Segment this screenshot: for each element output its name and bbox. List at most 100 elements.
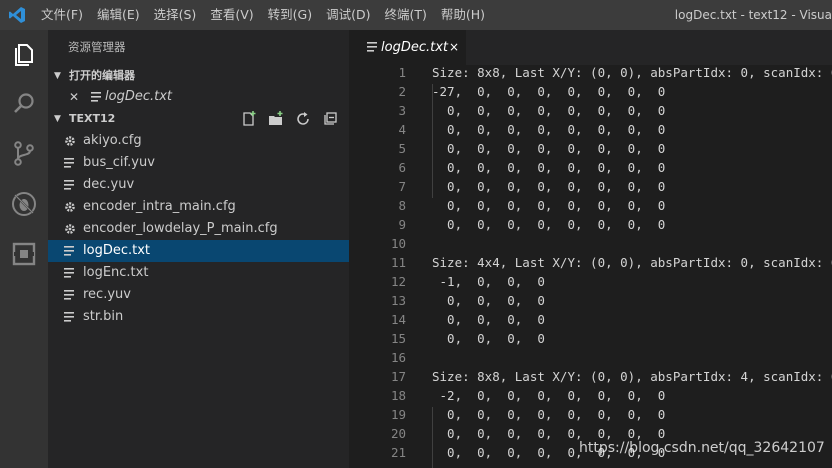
file-item[interactable]: akiyo.cfg xyxy=(48,130,349,152)
code-line: 10 xyxy=(349,234,832,253)
line-text: 0, 0, 0, 0, 0, 0, 0, 0 xyxy=(432,198,666,213)
line-text: 0, 0, 0, 0 xyxy=(432,293,545,308)
line-number: 4 xyxy=(398,122,406,137)
line-number: 21 xyxy=(390,445,406,460)
file-item[interactable]: encoder_intra_main.cfg xyxy=(48,196,349,218)
title-bar: 文件(F) 编辑(E) 选择(S) 查看(V) 转到(G) 调试(D) 终端(T… xyxy=(0,0,832,30)
gear-icon xyxy=(65,224,75,234)
line-text: -27, 0, 0, 0, 0, 0, 0, 0 xyxy=(432,84,666,99)
line-text: 0, 0, 0, 0, 0, 0, 0, 0 xyxy=(432,122,666,137)
code-line: 12 -1, 0, 0, 0 xyxy=(349,272,832,291)
file-item[interactable]: str.bin xyxy=(48,306,349,328)
new-folder-icon[interactable] xyxy=(262,108,289,130)
file-item[interactable]: dec.yuv xyxy=(48,174,349,196)
line-text: 0, 0, 0, 0, 0, 0, 0, 0 xyxy=(432,160,666,175)
menu-file[interactable]: 文件(F) xyxy=(34,0,90,30)
code-line: 17 Size: 8x8, Last X/Y: (0, 0), absPartId… xyxy=(349,367,832,386)
line-text: 0, 0, 0, 0, 0, 0, 0, 0 xyxy=(432,141,666,156)
line-number: 10 xyxy=(390,236,406,251)
activity-bar xyxy=(0,30,48,468)
gear-icon xyxy=(65,202,75,212)
extensions-icon[interactable] xyxy=(10,240,38,268)
explorer-sidebar: 资源管理器 ▼ 打开的编辑器 ✕ logDec.txt ▼ TEXT12 aki… xyxy=(48,30,349,468)
line-number: 3 xyxy=(398,103,406,118)
menu-go[interactable]: 转到(G) xyxy=(261,0,319,30)
menu-terminal[interactable]: 终端(T) xyxy=(377,0,433,30)
line-text: 0, 0, 0, 0, 0, 0, 0, 0 xyxy=(432,179,666,194)
line-number: 2 xyxy=(398,84,406,99)
file-name: encoder_lowdelay_P_main.cfg xyxy=(83,221,278,236)
line-text: 0, 0, 0, 0, 0, 0, 0, 0 xyxy=(432,217,666,232)
code-line: 16 xyxy=(349,348,832,367)
code-line: 19 0, 0, 0, 0, 0, 0, 0, 0 xyxy=(349,405,832,424)
file-item[interactable]: bus_cif.yuv xyxy=(48,152,349,174)
chevron-down-icon: ▼ xyxy=(54,114,61,124)
code-line: 11 Size: 4x4, Last X/Y: (0, 0), absPartId… xyxy=(349,253,832,272)
editor-area[interactable]: 1 Size: 8x8, Last X/Y: (0, 0), absPartIdx… xyxy=(349,65,832,468)
file-name: dec.yuv xyxy=(83,177,135,192)
tab-label: logDec.txt xyxy=(381,40,448,55)
line-number: 16 xyxy=(390,350,406,365)
refresh-icon[interactable] xyxy=(289,108,316,130)
code-line: 14 0, 0, 0, 0 xyxy=(349,310,832,329)
code-line: 7 0, 0, 0, 0, 0, 0, 0, 0 xyxy=(349,177,832,196)
file-item[interactable]: logDec.txt xyxy=(48,240,349,262)
file-name: akiyo.cfg xyxy=(83,133,142,148)
open-editor-name: logDec.txt xyxy=(105,89,172,104)
line-text: 0, 0, 0, 0 xyxy=(432,331,545,346)
open-editors-header[interactable]: ▼ 打开的编辑器 xyxy=(48,65,349,87)
file-item[interactable]: logEnc.txt xyxy=(48,262,349,284)
folder-header[interactable]: ▼ TEXT12 xyxy=(48,108,349,130)
open-editors-label: 打开的编辑器 xyxy=(69,69,135,82)
line-number: 18 xyxy=(390,388,406,403)
code-line: 13 0, 0, 0, 0 xyxy=(349,291,832,310)
line-text: 0, 0, 0, 0 xyxy=(432,312,545,327)
line-number: 12 xyxy=(390,274,406,289)
line-number: 14 xyxy=(390,312,406,327)
line-text: -2, 0, 0, 0, 0, 0, 0, 0 xyxy=(432,388,666,403)
code-line: 15 0, 0, 0, 0 xyxy=(349,329,832,348)
file-name: logEnc.txt xyxy=(83,265,149,280)
line-number: 11 xyxy=(390,255,406,270)
menu-bar: 文件(F) 编辑(E) 选择(S) 查看(V) 转到(G) 调试(D) 终端(T… xyxy=(34,0,492,30)
window-title: logDec.txt - text12 - Visua xyxy=(674,8,832,22)
menu-edit[interactable]: 编辑(E) xyxy=(90,0,147,30)
lines-icon xyxy=(367,42,377,52)
tab-logdec[interactable]: logDec.txt × xyxy=(349,30,466,65)
lines-icon xyxy=(64,180,74,190)
menu-debug[interactable]: 调试(D) xyxy=(319,0,377,30)
source-control-icon[interactable] xyxy=(10,139,38,167)
code-line: 8 0, 0, 0, 0, 0, 0, 0, 0 xyxy=(349,196,832,215)
code-line: 2 -27, 0, 0, 0, 0, 0, 0, 0 xyxy=(349,82,832,101)
explorer-files-icon[interactable] xyxy=(10,40,38,68)
code-line: 18 -2, 0, 0, 0, 0, 0, 0, 0 xyxy=(349,386,832,405)
file-item[interactable]: encoder_lowdelay_P_main.cfg xyxy=(48,218,349,240)
line-number: 17 xyxy=(390,369,406,384)
file-name: str.bin xyxy=(83,309,124,324)
new-file-icon[interactable] xyxy=(235,108,262,130)
lines-icon xyxy=(64,268,74,278)
code-line: 4 0, 0, 0, 0, 0, 0, 0, 0 xyxy=(349,120,832,139)
lines-icon xyxy=(64,158,74,168)
menu-view[interactable]: 查看(V) xyxy=(203,0,260,30)
file-name: bus_cif.yuv xyxy=(83,155,155,170)
line-text: Size: 8x8, Last X/Y: (0, 0), absPartIdx:… xyxy=(432,65,832,80)
search-icon[interactable] xyxy=(10,90,38,118)
debug-icon[interactable] xyxy=(10,190,38,218)
line-number: 1 xyxy=(398,65,406,80)
line-text: 0, 0, 0, 0, 0, 0, 0, 0 xyxy=(432,407,666,422)
line-text: Size: 4x4, Last X/Y: (0, 0), absPartIdx:… xyxy=(432,255,832,270)
line-number: 7 xyxy=(398,179,406,194)
line-number: 20 xyxy=(390,426,406,441)
close-icon[interactable]: × xyxy=(449,30,459,65)
menu-selection[interactable]: 选择(S) xyxy=(147,0,204,30)
file-item[interactable]: rec.yuv xyxy=(48,284,349,306)
watermark: https://blog.csdn.net/qq_32642107 xyxy=(579,440,825,456)
file-name: rec.yuv xyxy=(83,287,131,302)
open-editor-item[interactable]: ✕ logDec.txt xyxy=(48,86,349,108)
collapse-all-icon[interactable] xyxy=(316,108,343,130)
folder-label: TEXT12 xyxy=(69,112,116,125)
vscode-logo-icon xyxy=(9,7,25,23)
close-icon[interactable]: ✕ xyxy=(69,86,79,108)
menu-help[interactable]: 帮助(H) xyxy=(434,0,492,30)
